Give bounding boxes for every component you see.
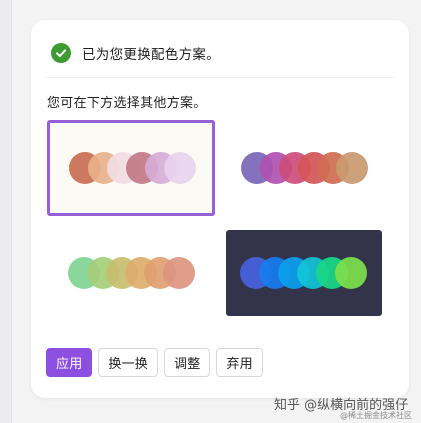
discard-button[interactable]: 弃用 [216,348,263,377]
check-circle-icon [51,43,71,63]
color-swatch [336,152,368,184]
color-scheme-card: 已为您更换配色方案。 您可在下方选择其他方案。 应用 换一换 调整 弃用 [31,20,409,398]
swatch-group [240,257,367,289]
swap-button[interactable]: 换一换 [98,348,159,377]
swatch-group [69,152,196,184]
scheme-option-1[interactable] [47,120,215,216]
swatch-group [241,152,368,184]
scheme-option-4[interactable] [226,230,382,316]
swatch-group [68,257,195,289]
watermark-subtext: @稀土掘金技术社区 [340,411,412,420]
scheme-option-3[interactable] [47,230,215,316]
divider [47,77,393,78]
color-swatch [164,152,196,184]
apply-button[interactable]: 应用 [46,348,93,377]
hint-text: 您可在下方选择其他方案。 [47,96,207,111]
color-swatch [163,257,195,289]
status-message: 已为您更换配色方案。 [82,47,220,63]
scheme-option-2[interactable] [227,120,393,216]
adjust-button[interactable]: 调整 [164,348,211,377]
action-buttons: 应用 换一换 调整 弃用 [46,348,263,377]
status-row: 已为您更换配色方案。 [51,41,220,65]
color-swatch [335,257,367,289]
left-panel-edge [0,0,12,423]
